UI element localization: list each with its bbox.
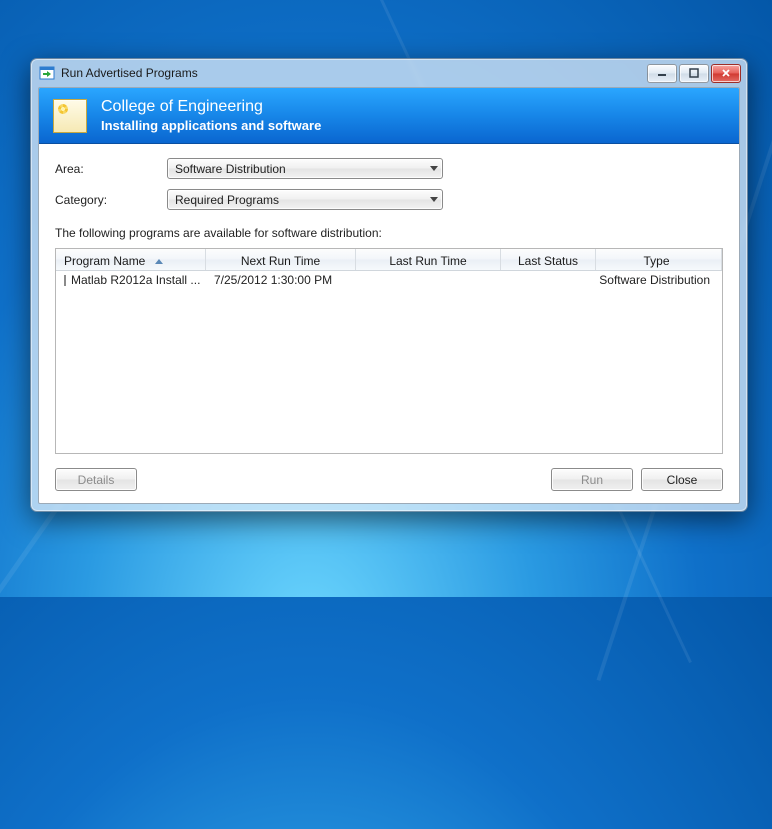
cell-next-run: 7/25/2012 1:30:00 PM [206, 273, 356, 287]
app-window: Run Advertised Programs College of Engin… [30, 58, 748, 512]
run-button[interactable]: Run [551, 468, 633, 491]
category-dropdown[interactable]: Required Programs [167, 189, 443, 210]
cell-type: Software Distribution [596, 273, 722, 287]
area-dropdown[interactable]: Software Distribution [167, 158, 443, 179]
window-title: Run Advertised Programs [61, 66, 198, 80]
chevron-down-icon [430, 166, 438, 171]
col-program-name[interactable]: Program Name [56, 249, 206, 270]
area-value: Software Distribution [175, 162, 430, 176]
col-type[interactable]: Type [596, 249, 722, 270]
close-window-button[interactable] [711, 64, 741, 83]
banner: College of Engineering Installing applic… [39, 88, 739, 144]
cell-name: Matlab R2012a Install ... [71, 273, 200, 287]
area-label: Area: [55, 162, 167, 176]
program-icon [64, 275, 66, 286]
banner-title: College of Engineering [101, 98, 321, 116]
banner-subtitle: Installing applications and software [101, 118, 321, 133]
program-list[interactable]: Program Name Next Run Time Last Run Time… [55, 248, 723, 454]
list-header: Program Name Next Run Time Last Run Time… [56, 249, 722, 271]
chevron-down-icon [430, 197, 438, 202]
titlebar[interactable]: Run Advertised Programs [31, 59, 747, 87]
category-value: Required Programs [175, 193, 430, 207]
app-icon [39, 65, 55, 81]
package-icon [53, 99, 87, 133]
col-last-status[interactable]: Last Status [501, 249, 596, 270]
maximize-button[interactable] [679, 64, 709, 83]
col-next-run[interactable]: Next Run Time [206, 249, 356, 270]
details-button[interactable]: Details [55, 468, 137, 491]
close-button[interactable]: Close [641, 468, 723, 491]
col-last-run[interactable]: Last Run Time [356, 249, 501, 270]
table-row[interactable]: Matlab R2012a Install ... 7/25/2012 1:30… [56, 271, 722, 289]
client-area: College of Engineering Installing applic… [38, 87, 740, 504]
minimize-button[interactable] [647, 64, 677, 83]
list-description: The following programs are available for… [55, 226, 723, 240]
category-label: Category: [55, 193, 167, 207]
